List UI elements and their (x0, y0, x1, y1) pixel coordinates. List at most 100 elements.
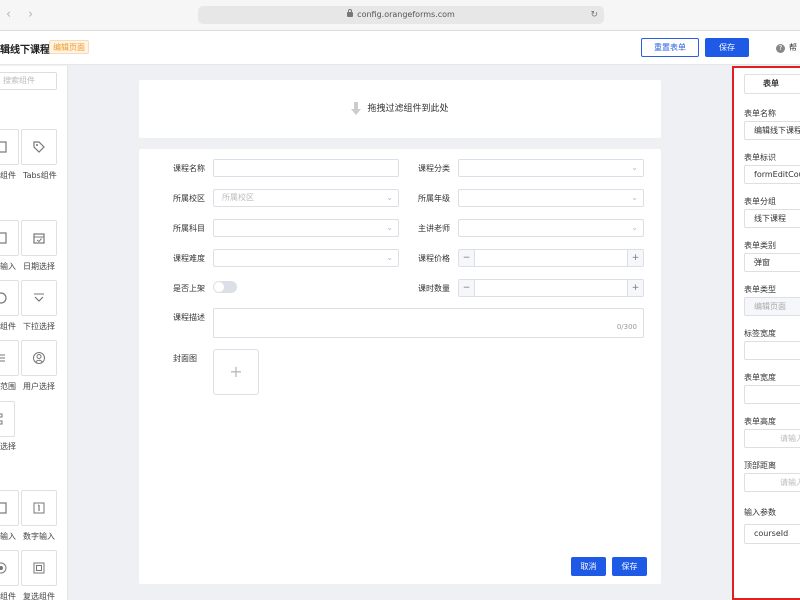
component-label: 选择 (0, 442, 16, 451)
chevron-down-icon: ⌄ (631, 223, 638, 232)
component-tile[interactable] (0, 220, 19, 256)
reset-form-button[interactable]: 重置表单 (641, 38, 699, 57)
course-name-label: 课程名称 (173, 164, 205, 173)
circle-icon (0, 292, 7, 304)
component-label: Tabs组件 (23, 171, 57, 180)
forward-icon[interactable]: › (28, 8, 42, 22)
course-category-label: 课程分类 (418, 164, 450, 173)
component-search-input[interactable]: 搜索组件 (0, 72, 57, 90)
component-tile[interactable] (0, 401, 15, 437)
component-tile[interactable] (0, 129, 19, 165)
subject-label: 所属科目 (173, 224, 205, 233)
mode-tag: 编辑页面 (49, 40, 89, 54)
cover-label: 封面图 (173, 354, 197, 363)
subject-select[interactable]: ⌄ (213, 219, 399, 237)
on-shelf-label: 是否上架 (173, 284, 205, 293)
input-icon (0, 232, 7, 244)
grade-select[interactable]: ⌄ (458, 189, 644, 207)
reload-icon[interactable]: ↻ (590, 6, 598, 24)
difficulty-select[interactable]: ⌄ (213, 249, 399, 267)
lesson-count-label: 课时数量 (418, 284, 450, 293)
form-type-label: 表单类型 (744, 285, 776, 294)
list-icon (0, 354, 5, 362)
component-tile[interactable] (21, 220, 57, 256)
component-tile[interactable] (0, 280, 19, 316)
component-label: 组件 (0, 171, 16, 180)
app-header: 辑线下课程 编辑页面 重置表单 保存 ? 帮 (0, 31, 800, 65)
browser-toolbar: ‹ › config.orangeforms.com ↻ (0, 0, 800, 31)
component-tile[interactable] (21, 550, 57, 586)
chevron-down-icon: ⌄ (631, 163, 638, 172)
component-tile[interactable] (0, 340, 19, 376)
download-arrow-icon (351, 101, 362, 115)
campus-select[interactable]: 所属校区 ⌄ (213, 189, 399, 207)
component-label: 下拉选择 (23, 322, 55, 331)
grade-label: 所属年级 (418, 194, 450, 203)
form-properties-panel: 表单 表单名称 编辑线下课程 表单标识 formEditCour 表单分组 线下… (732, 66, 800, 600)
help-label: 帮 (789, 43, 797, 52)
on-shelf-switch[interactable] (213, 281, 237, 293)
description-label: 课程描述 (173, 313, 205, 322)
price-stepper[interactable]: − + (458, 249, 644, 267)
label-width-label: 标签宽度 (744, 329, 776, 338)
form-group-select[interactable]: 线下课程 (744, 209, 800, 228)
form-width-input[interactable] (744, 385, 800, 404)
form-category-select[interactable]: 弹窗 (744, 253, 800, 272)
form-group-label: 表单分组 (744, 197, 776, 206)
campus-placeholder: 所属校区 (222, 193, 254, 202)
component-label: 范围 (0, 382, 16, 391)
char-counter: 0/300 (616, 323, 637, 331)
component-tile[interactable] (21, 490, 57, 526)
component-tile[interactable] (21, 280, 57, 316)
form-id-input[interactable]: formEditCour (744, 165, 800, 184)
teacher-select[interactable]: ⌄ (458, 219, 644, 237)
cancel-button[interactable]: 取消 (571, 557, 606, 576)
form-height-input[interactable]: 请输入 (744, 429, 800, 448)
tree-icon (0, 413, 3, 425)
params-input[interactable]: courseId (744, 524, 800, 544)
form-name-input[interactable]: 编辑线下课程 (744, 121, 800, 140)
decrement-button[interactable]: − (459, 280, 475, 296)
form-height-label: 表单高度 (744, 417, 776, 426)
help-link[interactable]: ? 帮 (776, 42, 797, 53)
component-tile[interactable] (21, 340, 57, 376)
form-name-label: 表单名称 (744, 109, 776, 118)
tab-form[interactable]: 表单 (744, 74, 800, 94)
number-icon (33, 502, 45, 514)
top-distance-label: 顶部距离 (744, 461, 776, 470)
component-label: 输入 (0, 532, 16, 541)
chevron-down-icon: ⌄ (386, 253, 393, 262)
calendar-icon (33, 233, 45, 244)
course-category-select[interactable]: ⌄ (458, 159, 644, 177)
chevron-down-icon: ⌄ (631, 193, 638, 202)
address-bar[interactable]: config.orangeforms.com ↻ (198, 6, 604, 24)
url-text: config.orangeforms.com (357, 10, 455, 19)
decrement-button[interactable]: − (459, 250, 475, 266)
description-textarea[interactable]: 0/300 (213, 308, 644, 338)
chevron-down-icon: ⌄ (386, 223, 393, 232)
filter-drop-zone[interactable]: 拖拽过滤组件到此处 (139, 80, 661, 138)
checkbox-icon (33, 562, 45, 574)
component-label: 输入 (0, 262, 16, 271)
page-title: 辑线下课程 (0, 45, 50, 56)
dropdown-icon (34, 293, 44, 302)
component-tile[interactable] (0, 490, 19, 526)
component-label: 组件 (0, 322, 16, 331)
form-save-button[interactable]: 保存 (612, 557, 647, 576)
label-width-input[interactable] (744, 341, 800, 360)
lesson-count-stepper[interactable]: − + (458, 279, 644, 297)
help-icon: ? (776, 44, 785, 53)
component-tile[interactable] (0, 550, 19, 586)
course-name-input[interactable] (213, 159, 399, 177)
radio-icon (0, 562, 7, 574)
form-category-label: 表单类别 (744, 241, 776, 250)
save-button[interactable]: 保存 (705, 38, 749, 57)
increment-button[interactable]: + (627, 280, 643, 296)
back-icon[interactable]: ‹ (6, 8, 20, 22)
increment-button[interactable]: + (627, 250, 643, 266)
top-distance-input[interactable]: 请输入 (744, 473, 800, 492)
user-icon (33, 352, 45, 364)
component-label: 复选组件 (23, 592, 55, 600)
component-tile[interactable] (21, 129, 57, 165)
cover-upload[interactable]: + (213, 349, 259, 395)
